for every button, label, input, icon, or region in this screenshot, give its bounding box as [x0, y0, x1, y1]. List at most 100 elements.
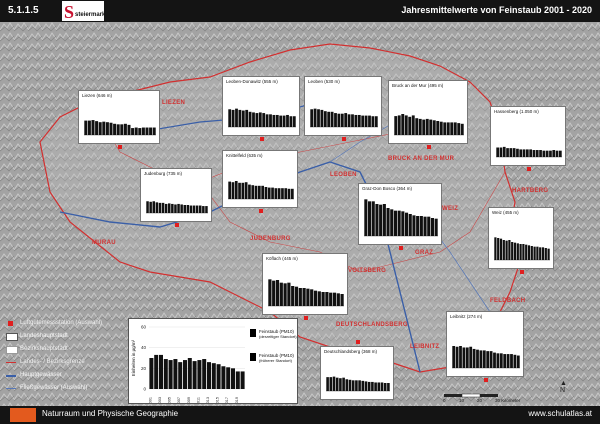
- bar: [340, 294, 344, 306]
- bar: [503, 354, 507, 368]
- bar: [536, 246, 539, 260]
- station-chart-svg: [228, 108, 296, 128]
- bar: [123, 123, 127, 135]
- station-marker-icon[interactable]: [520, 270, 524, 274]
- bar: [289, 116, 293, 127]
- station-marker-icon[interactable]: [259, 209, 263, 213]
- bar: [499, 147, 503, 157]
- bar: [386, 208, 390, 236]
- bar: [394, 116, 398, 135]
- bar: [496, 147, 499, 157]
- station-marker-icon[interactable]: [399, 246, 403, 250]
- bar: [131, 128, 135, 135]
- svg-text:S: S: [64, 2, 74, 21]
- bar: [516, 355, 520, 368]
- bar: [138, 128, 142, 135]
- scale-svg: 0 10 20 30 Kilometer: [443, 393, 521, 403]
- station-marker-icon[interactable]: [260, 137, 264, 141]
- x-tick-label: 2007: [177, 397, 181, 403]
- bar: [511, 242, 514, 260]
- bar: [183, 205, 186, 213]
- bar: [252, 112, 255, 127]
- bar: [361, 380, 365, 391]
- bar: [173, 359, 178, 389]
- station-chart-svg: [364, 199, 438, 237]
- bar: [267, 187, 271, 199]
- station-chart: Leibnitz (274 m): [446, 311, 524, 377]
- blue-line-icon: [6, 375, 16, 377]
- bar: [282, 115, 286, 127]
- place-voitsberg: VOITSBERG: [348, 268, 387, 274]
- bar: [120, 124, 124, 135]
- bar: [361, 115, 365, 127]
- bar: [452, 346, 456, 368]
- x-tick-label: 2009: [187, 397, 191, 403]
- bar: [535, 150, 539, 157]
- bar: [522, 149, 526, 157]
- bar: [327, 111, 331, 127]
- station-marker-icon[interactable]: [342, 137, 346, 141]
- bar: [541, 247, 545, 260]
- bar: [337, 113, 341, 127]
- map-legend: Luftgütemessstation (Auswahl) Landeshaup…: [6, 318, 124, 402]
- bar: [339, 378, 342, 391]
- bar: [216, 364, 221, 389]
- bar: [418, 118, 422, 135]
- station-chart: Graz-Don Bosco (364 m): [358, 183, 442, 245]
- bar: [163, 359, 168, 389]
- bar: [462, 347, 466, 368]
- bar: [497, 238, 500, 260]
- station-title: Leoben (530 m): [308, 79, 340, 84]
- bar: [183, 360, 187, 389]
- bar: [439, 121, 443, 135]
- station-marker-icon[interactable]: [304, 316, 308, 320]
- bar: [539, 150, 542, 157]
- station-title: Hassenberg (1.050 m): [494, 109, 539, 114]
- white-box-icon: [6, 346, 18, 354]
- bar: [427, 216, 431, 236]
- station-marker-icon[interactable]: [484, 378, 488, 382]
- bar: [197, 360, 202, 389]
- bar: [240, 371, 245, 389]
- bar: [195, 205, 199, 213]
- bar: [189, 205, 193, 213]
- bar: [149, 358, 154, 389]
- bar: [109, 122, 113, 135]
- bar: [408, 214, 412, 236]
- bar: [519, 149, 523, 157]
- bar: [134, 127, 138, 135]
- bar: [532, 150, 536, 157]
- station-marker-icon[interactable]: [527, 167, 531, 171]
- bar: [405, 212, 409, 236]
- bar: [508, 240, 511, 260]
- station-title: Weiz (455 m): [492, 210, 519, 215]
- bar: [127, 124, 131, 135]
- north-arrow-icon: ▲ N: [560, 380, 567, 394]
- bar: [226, 367, 231, 389]
- station-chart-svg: [146, 201, 208, 214]
- bar: [91, 120, 95, 135]
- bar: [479, 350, 483, 368]
- white-box-icon: [6, 333, 18, 341]
- place-judenburg: JUDENBURG: [250, 236, 291, 242]
- bar: [279, 282, 283, 306]
- bar: [286, 114, 289, 127]
- x-tick-label: 2017: [225, 397, 229, 403]
- station-chart-svg: [394, 114, 464, 136]
- station-marker-icon[interactable]: [118, 145, 122, 149]
- map-number: 5.1.1.5: [8, 5, 39, 16]
- station-marker-icon[interactable]: [356, 340, 360, 344]
- bar: [375, 204, 379, 236]
- map-title: Jahresmittelwerte von Feinstaub 2001 - 2…: [401, 5, 592, 15]
- bar: [155, 202, 159, 213]
- station-title: Bruck an der Mur (495 m): [392, 83, 444, 88]
- station-marker-icon[interactable]: [175, 223, 179, 227]
- bar: [371, 201, 375, 236]
- x-tick-label: 2005: [168, 397, 172, 403]
- bar: [146, 201, 149, 213]
- bar: [323, 111, 327, 127]
- station-marker-icon[interactable]: [427, 145, 431, 149]
- bar: [408, 116, 412, 135]
- bar: [279, 115, 283, 127]
- place-hartberg: HARTBERG: [512, 188, 549, 194]
